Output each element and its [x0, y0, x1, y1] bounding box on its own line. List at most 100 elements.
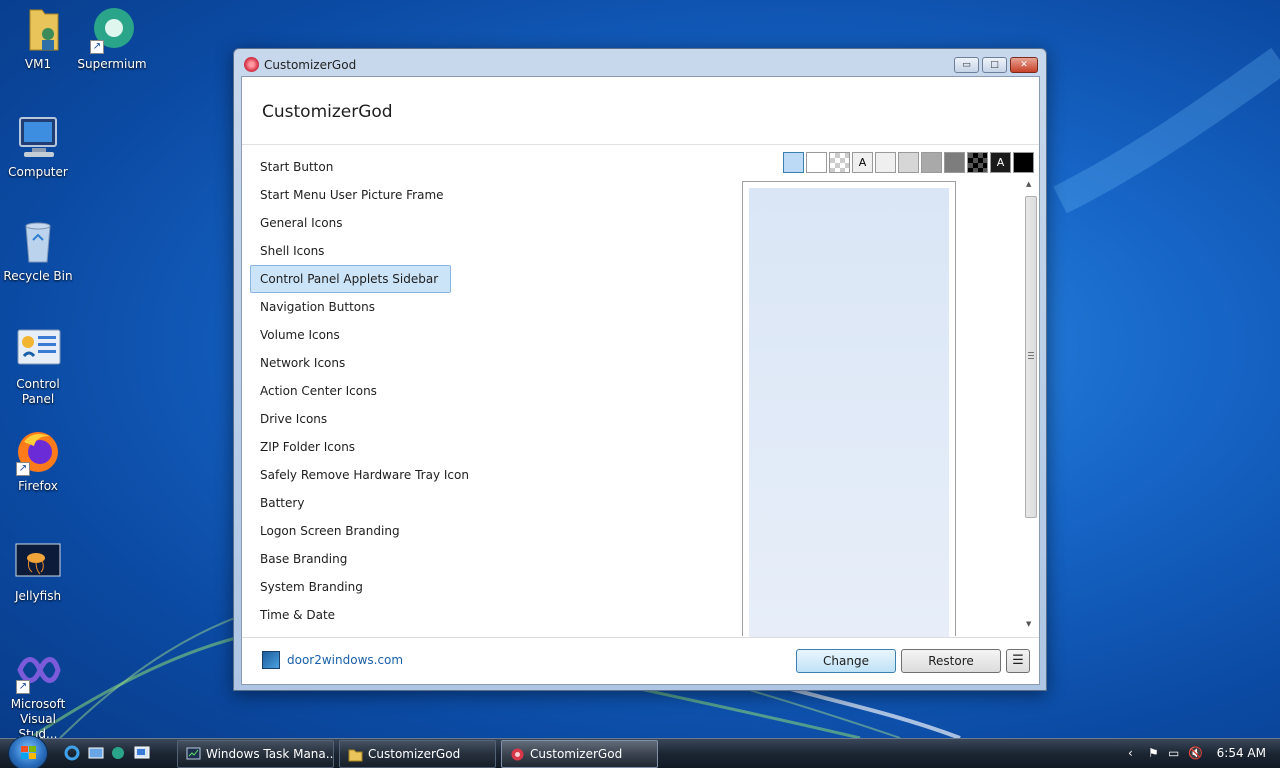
- list-item[interactable]: Base Branding: [250, 545, 460, 573]
- desktop-icon-label: Control Panel: [16, 377, 60, 406]
- category-list: Start Button Start Menu User Picture Fram…: [250, 153, 469, 629]
- desktop-icon-label: VM1: [24, 57, 52, 71]
- window-client-area: CustomizerGod Start Button Start Menu Use…: [241, 76, 1040, 685]
- change-button[interactable]: Change: [796, 649, 896, 673]
- list-item[interactable]: Control Panel Applets Sidebar: [250, 265, 451, 293]
- list-item[interactable]: Start Button: [250, 153, 460, 181]
- show-hidden-icons-chevron-icon[interactable]: ‹: [1128, 746, 1133, 760]
- window-titlebar[interactable]: CustomizerGod ▭ □ ✕: [234, 49, 1046, 77]
- list-item[interactable]: Volume Icons: [250, 321, 460, 349]
- scroll-down-arrow-icon[interactable]: ▼: [1026, 620, 1031, 628]
- swatch-text-dark[interactable]: A: [990, 152, 1011, 173]
- taskbar-item-label: CustomizerGod: [368, 747, 461, 761]
- close-button[interactable]: ✕: [1010, 57, 1038, 73]
- customizergod-icon: [244, 57, 259, 72]
- list-item[interactable]: Logon Screen Branding: [250, 517, 460, 545]
- app-header: CustomizerGod: [242, 77, 1039, 145]
- list-item[interactable]: Time & Date: [250, 601, 460, 629]
- list-item[interactable]: Network Icons: [250, 349, 460, 377]
- supermium-quicklaunch-icon[interactable]: [110, 745, 126, 761]
- restore-button[interactable]: Restore: [901, 649, 1001, 673]
- task-manager-icon: [186, 747, 201, 760]
- folder-user-icon: [14, 6, 62, 54]
- swatch-light-gray[interactable]: [898, 152, 919, 173]
- shortcut-arrow-icon: ↗: [16, 462, 30, 476]
- customizergod-icon: [511, 748, 524, 761]
- taskbar-clock[interactable]: 6:54 AM: [1217, 746, 1266, 760]
- door2windows-logo-icon: [262, 651, 280, 669]
- list-item[interactable]: Start Menu User Picture Frame: [250, 181, 460, 209]
- list-item[interactable]: General Icons: [250, 209, 460, 237]
- network-icon[interactable]: ▭: [1168, 746, 1179, 760]
- volume-muted-icon[interactable]: 🔇: [1188, 746, 1203, 760]
- desktop-icon-firefox[interactable]: ↗ Firefox: [0, 428, 76, 494]
- list-item[interactable]: Drive Icons: [250, 405, 460, 433]
- swatch-dark-checker[interactable]: [967, 152, 988, 173]
- resource-preview-image[interactable]: [749, 188, 949, 637]
- desktop-icon-label: Firefox: [18, 479, 58, 493]
- taskbar-item-label: CustomizerGod: [530, 747, 623, 761]
- computer-icon: [14, 114, 62, 162]
- vertical-scrollbar-thumb[interactable]: [1025, 196, 1037, 518]
- door2windows-link[interactable]: door2windows.com: [287, 653, 403, 667]
- desktop-icon-control-panel[interactable]: Control Panel: [0, 326, 76, 407]
- swatch-text-light[interactable]: A: [852, 152, 873, 173]
- list-item[interactable]: ZIP Folder Icons: [250, 433, 460, 461]
- visual-studio-icon: ↗: [14, 646, 62, 694]
- desktop-icon-label: Recycle Bin: [3, 269, 73, 283]
- list-item[interactable]: System Branding: [250, 573, 460, 601]
- desktop-icon-jellyfish[interactable]: Jellyfish: [0, 538, 76, 604]
- desktop-icon-label: Microsoft Visual Stud...: [10, 697, 66, 738]
- internet-explorer-icon[interactable]: [64, 745, 80, 761]
- jellyfish-image-icon: [14, 538, 62, 586]
- taskbar-item-task-manager[interactable]: Windows Task Mana...: [177, 740, 334, 768]
- desktop-icon-vm1[interactable]: VM1: [0, 6, 76, 72]
- swatch-gray[interactable]: [921, 152, 942, 173]
- windows-logo-icon: [21, 746, 36, 759]
- desktop-icon-label: Jellyfish: [14, 589, 62, 603]
- show-desktop-icon[interactable]: [88, 745, 104, 761]
- switch-windows-icon[interactable]: [134, 745, 150, 761]
- list-item[interactable]: Action Center Icons: [250, 377, 460, 405]
- scrollbar-grip-icon: [1028, 352, 1034, 359]
- maximize-button[interactable]: □: [982, 57, 1007, 73]
- supermium-icon: ↗: [88, 6, 136, 54]
- customizergod-window: CustomizerGod ▭ □ ✕ CustomizerGod Start …: [233, 48, 1047, 691]
- list-item[interactable]: Safely Remove Hardware Tray Icon: [250, 461, 469, 489]
- app-title: CustomizerGod: [262, 102, 393, 122]
- shortcut-arrow-icon: ↗: [90, 40, 104, 54]
- taskbar-item-customizergod-folder[interactable]: CustomizerGod: [339, 740, 496, 768]
- desktop-icon-visual-studio[interactable]: ↗ Microsoft Visual Stud...: [0, 646, 76, 738]
- recycle-bin-icon: [14, 218, 62, 266]
- start-button[interactable]: [8, 735, 48, 768]
- swatch-black[interactable]: [1013, 152, 1034, 173]
- list-item[interactable]: Shell Icons: [250, 237, 460, 265]
- list-item[interactable]: Navigation Buttons: [250, 293, 460, 321]
- taskbar-item-customizergod-app[interactable]: CustomizerGod: [501, 740, 658, 768]
- swatch-very-light-gray[interactable]: [875, 152, 896, 173]
- resource-preview-pane[interactable]: [742, 181, 956, 637]
- control-panel-icon: [14, 326, 62, 374]
- minimize-button[interactable]: ▭: [954, 57, 979, 73]
- footer-bar: door2windows.com Change Restore ☰: [242, 637, 1039, 686]
- desktop-icon-label: Supermium: [77, 57, 147, 71]
- taskbar: Windows Task Mana... CustomizerGod Custo…: [0, 735, 1280, 768]
- desktop-icon-recycle-bin[interactable]: Recycle Bin: [0, 218, 76, 284]
- desktop: VM1 ↗ Supermium Computer Recycle Bin Con…: [0, 0, 1280, 738]
- folder-icon: [348, 749, 363, 762]
- swatch-light-blue[interactable]: [783, 152, 804, 173]
- window-title: CustomizerGod: [264, 58, 357, 72]
- desktop-icon-computer[interactable]: Computer: [0, 114, 76, 180]
- scroll-up-arrow-icon[interactable]: ▲: [1026, 180, 1031, 188]
- swatch-dark-gray[interactable]: [944, 152, 965, 173]
- menu-button[interactable]: ☰: [1006, 649, 1030, 673]
- desktop-icon-supermium[interactable]: ↗ Supermium: [74, 6, 150, 72]
- swatch-white[interactable]: [806, 152, 827, 173]
- shortcut-arrow-icon: ↗: [16, 680, 30, 694]
- desktop-icon-label: Computer: [8, 165, 68, 179]
- taskbar-item-label: Windows Task Mana...: [206, 747, 334, 761]
- swatch-checker[interactable]: [829, 152, 850, 173]
- firefox-icon: ↗: [14, 428, 62, 476]
- list-item[interactable]: Battery: [250, 489, 460, 517]
- action-center-flag-icon[interactable]: ⚑: [1148, 746, 1159, 760]
